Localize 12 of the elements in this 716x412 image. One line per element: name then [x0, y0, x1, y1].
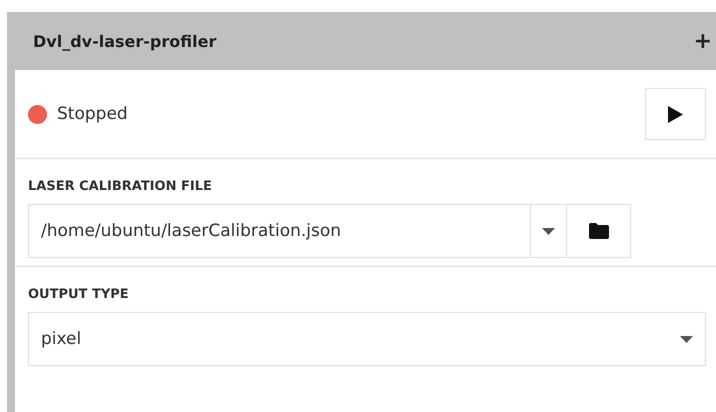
output-type-select[interactable]: pixel [28, 312, 706, 366]
field-label: LASER CALIBRATION FILE [28, 179, 213, 194]
folder-icon[interactable] [588, 223, 608, 239]
add-button[interactable]: + [694, 28, 716, 54]
panel-title: Dvl_dv-laser-profiler [33, 32, 216, 50]
play-button[interactable] [645, 88, 706, 140]
file-path-field[interactable]: /home/ubuntu/laserCalibration.json [28, 204, 631, 258]
status-label: Stopped [57, 104, 129, 124]
caret-icon [542, 228, 555, 234]
field-label: OUTPUT TYPE [28, 287, 130, 302]
play-icon [668, 106, 683, 122]
caret-icon [680, 336, 693, 342]
